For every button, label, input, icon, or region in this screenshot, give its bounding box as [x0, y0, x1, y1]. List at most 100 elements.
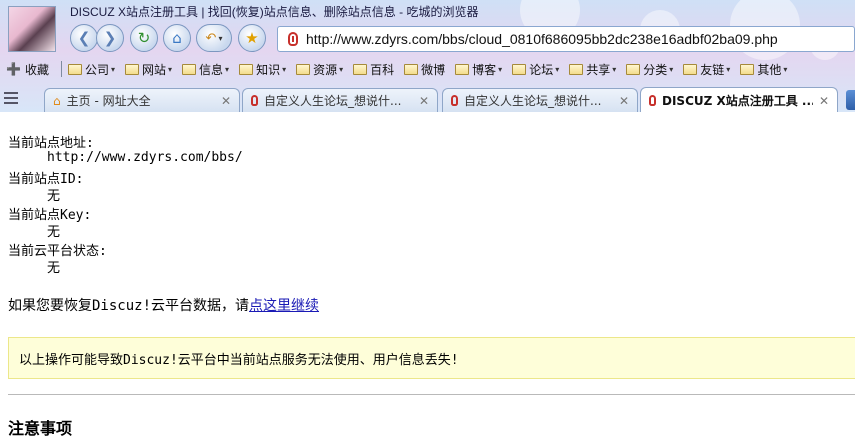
folder-icon [404, 63, 419, 75]
forward-button[interactable]: ❯ [96, 24, 124, 52]
site-id-value: 无 [47, 189, 61, 204]
tab-list-icon[interactable] [4, 92, 18, 104]
bookmark-folder[interactable]: 信息 ▾ [182, 61, 229, 78]
tab-label: DISCUZ X站点注册工具 ... [662, 94, 813, 108]
site-url-label: 当前站点地址: [8, 136, 94, 151]
bookmark-label: 友链 [700, 62, 725, 77]
forward-arrow-icon: ❯ [103, 29, 117, 47]
bookmark-folder[interactable]: 微博 [404, 61, 445, 78]
site-id-label: 当前站点ID: [8, 172, 84, 187]
site-favicon-icon [649, 95, 656, 106]
bookmark-label: 网站 [142, 62, 167, 77]
tab-label: 主页 - 网址大全 [66, 94, 151, 108]
warning-box: 以上操作可能导致Discuz!云平台中当前站点服务无法使用、用户信息丢失! [8, 337, 855, 379]
folder-icon [512, 63, 527, 75]
chevron-down-icon: ▾ [669, 64, 674, 74]
folder-icon [125, 63, 139, 75]
chevron-down-icon: ▾ [555, 64, 560, 74]
bookmarks-bar: ➕ 收藏 公司 ▾ 网站 ▾ 信息 ▾ 知识 ▾ 资源 ▾ 百科 微博 博客 ▾ 论坛 ▾ 共… [0, 58, 855, 80]
address-bar[interactable]: http://www.zdyrs.com/bbs/cloud_0810f6860… [277, 26, 855, 52]
bookmark-label: 信息 [199, 62, 224, 77]
folder-icon [239, 63, 254, 75]
tab-forum-2[interactable]: 自定义人生论坛_想说什... ✕ [442, 88, 638, 112]
chevron-down-icon: ▾ [339, 64, 344, 74]
bookmark-label: 论坛 [529, 62, 554, 77]
user-avatar[interactable] [8, 6, 56, 52]
tab-label: 自定义人生论坛_想说什... [264, 94, 402, 108]
back-arrow-icon: ❮ [77, 29, 91, 47]
chevron-down-icon: ▾ [612, 64, 617, 74]
chevron-down-icon: ▾ [498, 64, 503, 74]
chevron-down-icon: ▾ [282, 64, 287, 74]
chevron-down-icon: ▾ [783, 64, 788, 74]
refresh-button[interactable]: ↻ [130, 24, 158, 52]
bookmark-label: 微博 [421, 62, 446, 77]
restore-continue-link[interactable]: 点这里继续 [249, 298, 319, 314]
bookmark-label: 百科 [370, 62, 395, 77]
chevron-down-icon: ▾ [110, 64, 115, 74]
bookmark-folder[interactable]: 网站 ▾ [125, 61, 172, 78]
home-icon: ⌂ [53, 93, 61, 108]
close-icon[interactable]: ✕ [619, 94, 629, 108]
favorites-button[interactable]: ➕ 收藏 [6, 61, 49, 78]
page-content: 当前站点地址: http://www.zdyrs.com/bbs/ 当前站点ID… [0, 112, 855, 444]
tab-forum-1[interactable]: 自定义人生论坛_想说什... ✕ [242, 88, 438, 112]
bookmark-folder[interactable]: 博客 ▾ [455, 61, 502, 78]
bookmark-label: 资源 [313, 62, 338, 77]
tab-discuz-tool[interactable]: DISCUZ X站点注册工具 ... ✕ [640, 87, 838, 112]
back-button[interactable]: ❮ [70, 24, 98, 52]
site-url-value: http://www.zdyrs.com/bbs/ [47, 150, 243, 165]
cloud-status-value: 无 [47, 261, 61, 276]
divider [8, 394, 855, 395]
close-icon[interactable]: ✕ [221, 94, 231, 108]
folder-icon [182, 63, 197, 75]
window-title: DISCUZ X站点注册工具 | 找回(恢复)站点信息、删除站点信息 - 吃城的… [70, 5, 479, 19]
bookmark-label: 其他 [757, 62, 782, 77]
site-favicon-icon [288, 32, 298, 46]
close-icon[interactable]: ✕ [419, 94, 429, 108]
new-tab-button[interactable] [846, 90, 855, 110]
bookmark-folder[interactable]: 知识 ▾ [239, 61, 286, 78]
site-favicon-icon [251, 95, 258, 106]
bookmarks-separator [60, 61, 62, 77]
tab-label: 自定义人生论坛_想说什... [464, 94, 602, 108]
chevron-down-icon: ▾ [726, 64, 731, 74]
restore-instruction: 如果您要恢复Discuz!云平台数据，请点这里继续 [8, 295, 319, 315]
home-button[interactable]: ⌂ [163, 24, 191, 52]
folder-icon [740, 63, 755, 75]
folder-icon [626, 63, 641, 75]
favorite-button[interactable]: ★ [238, 24, 266, 52]
bookmark-label: 知识 [256, 62, 281, 77]
tab-bar: ⌂ 主页 - 网址大全 ✕ 自定义人生论坛_想说什... ✕ 自定义人生论坛_想… [0, 86, 855, 112]
bookmark-folder[interactable]: 论坛 ▾ [512, 61, 559, 78]
bookmark-label: 共享 [586, 62, 611, 77]
bookmark-folder[interactable]: 友链 ▾ [683, 61, 730, 78]
restore-prefix: 如果您要恢复Discuz!云平台数据，请 [8, 298, 250, 314]
address-url[interactable]: http://www.zdyrs.com/bbs/cloud_0810f6860… [306, 31, 778, 47]
bookmark-folder[interactable]: 百科 [353, 61, 394, 78]
folder-icon [353, 63, 368, 75]
folder-icon [67, 63, 82, 75]
undo-button[interactable]: ↶ ▾ [196, 24, 232, 52]
refresh-icon: ↻ [137, 29, 151, 47]
home-icon: ⌂ [172, 29, 182, 47]
favorites-label: 收藏 [24, 62, 49, 77]
chevron-down-icon: ▾ [168, 64, 173, 74]
site-favicon-icon [451, 95, 458, 106]
bookmark-folder[interactable]: 公司 ▾ [67, 61, 115, 78]
undo-icon: ↶ [205, 30, 217, 46]
bookmark-folder[interactable]: 资源 ▾ [296, 61, 343, 78]
browser-chrome: DISCUZ X站点注册工具 | 找回(恢复)站点信息、删除站点信息 - 吃城的… [0, 0, 855, 112]
bookmark-label: 博客 [472, 62, 497, 77]
bookmark-folder[interactable]: 分类 ▾ [626, 61, 673, 78]
add-favorite-icon: ➕ [6, 62, 21, 76]
site-key-value: 无 [47, 225, 61, 240]
close-icon[interactable]: ✕ [819, 94, 829, 108]
folder-icon [683, 63, 698, 75]
bookmark-label: 公司 [84, 62, 109, 77]
chevron-down-icon: ▾ [225, 64, 230, 74]
bookmark-folder[interactable]: 共享 ▾ [569, 61, 616, 78]
tab-home[interactable]: ⌂ 主页 - 网址大全 ✕ [44, 88, 240, 112]
bookmark-folder[interactable]: 其他 ▾ [740, 61, 787, 78]
bookmark-label: 分类 [643, 62, 668, 77]
